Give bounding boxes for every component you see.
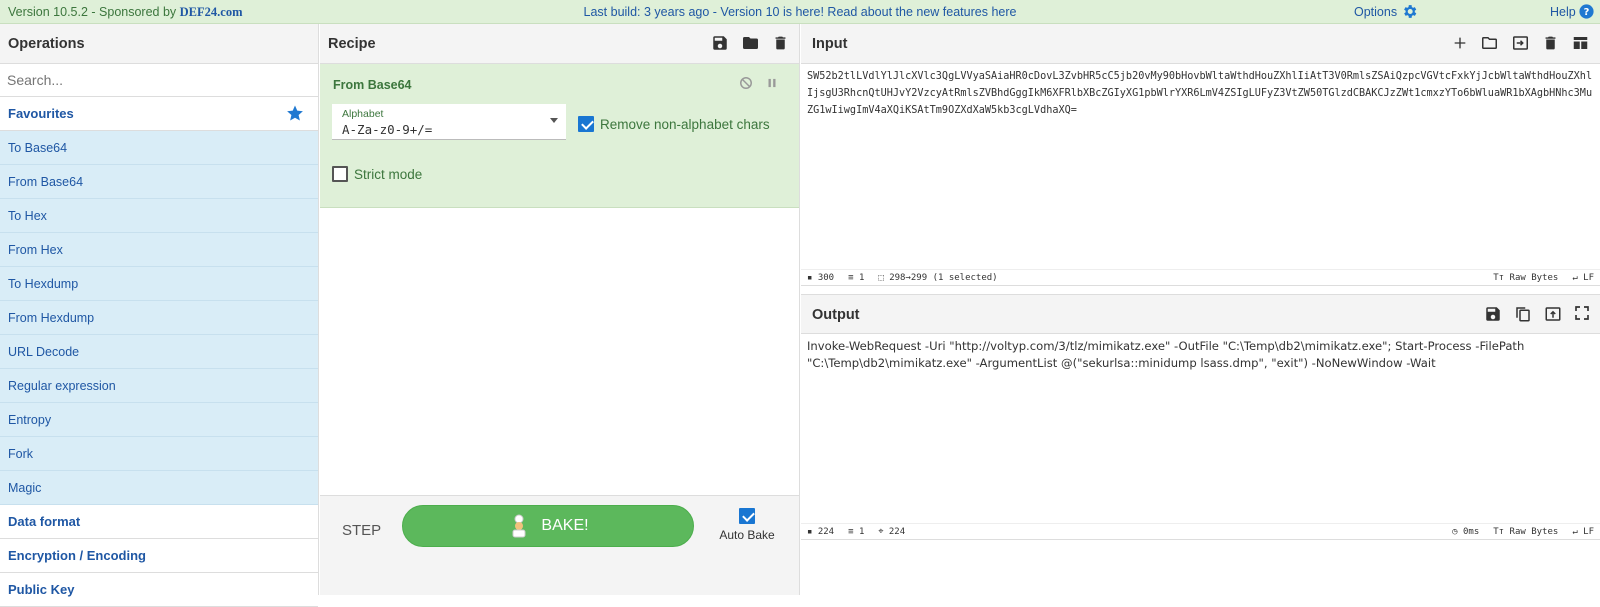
recipe-op-name: From Base64 (333, 78, 412, 92)
op-from-hexdump[interactable]: From Hexdump (0, 301, 318, 335)
output-position: ⌖ 224 (878, 527, 905, 537)
gear-icon (1401, 3, 1418, 20)
maximize-icon[interactable] (1574, 305, 1590, 321)
step-button[interactable]: STEP (342, 522, 381, 539)
folder-icon[interactable] (1480, 34, 1499, 52)
auto-bake-checkbox[interactable]: Auto Bake (717, 508, 777, 542)
io-panel: Input SW52b2tlLVdlYlJlcXVlc3QgLVVyaSAiaH… (801, 24, 1600, 595)
category-encryption-encoding[interactable]: Encryption / Encoding (0, 539, 318, 573)
tiles-icon[interactable] (1571, 34, 1590, 52)
category-public-key[interactable]: Public Key (0, 573, 318, 607)
pause-icon[interactable] (765, 76, 779, 90)
options-button[interactable]: Options (1354, 3, 1418, 20)
output-title-bar: Output (801, 294, 1600, 334)
operations-search-input[interactable] (7, 72, 311, 88)
version-info: Version 10.5.2 - Sponsored by DEF24.com (8, 5, 242, 20)
checkbox-checked-icon (739, 508, 755, 524)
copy-icon[interactable] (1514, 305, 1532, 323)
input-char-count: ▪ 300 (807, 273, 834, 283)
input-eol[interactable]: ↵ LF (1572, 273, 1594, 283)
op-url-decode[interactable]: URL Decode (0, 335, 318, 369)
input-selection: ⬚ 298→299 (1 selected) (878, 273, 997, 283)
recipe-title-bar: Recipe (320, 24, 799, 64)
chevron-down-icon (550, 118, 558, 123)
output-bake-time: ◷ 0ms (1452, 527, 1479, 537)
save-icon[interactable] (1484, 305, 1502, 323)
checkbox-checked-icon (578, 116, 594, 132)
help-button[interactable]: Help ? (1550, 3, 1595, 20)
sponsor-link[interactable]: DEF24.com (180, 5, 243, 19)
search-box (0, 64, 318, 97)
op-to-hex[interactable]: To Hex (0, 199, 318, 233)
features-link[interactable]: here (991, 5, 1016, 19)
remove-non-alphabet-checkbox[interactable]: Remove non-alphabet chars (578, 116, 770, 132)
replace-input-icon[interactable] (1544, 305, 1562, 323)
top-banner: Version 10.5.2 - Sponsored by DEF24.com … (0, 0, 1600, 24)
input-raw-bytes[interactable]: Tт Raw Bytes (1493, 273, 1558, 283)
checkbox-unchecked-icon (332, 166, 348, 182)
recipe-op-from-base64[interactable]: From Base64 Alphabet A-Za-z0-9+/= Remove… (320, 64, 799, 208)
output-textarea[interactable]: Invoke-WebRequest -Uri "http://voltyp.co… (801, 334, 1600, 376)
input-textarea[interactable]: SW52b2tlLVdlYlJlcXVlc3QgLVVyaSAiaHR0cDov… (801, 64, 1600, 123)
trash-icon[interactable] (1542, 34, 1559, 52)
chef-icon (507, 514, 531, 538)
alphabet-select[interactable]: Alphabet A-Za-z0-9+/= (332, 104, 566, 140)
input-status-bar: ▪ 300 ≡ 1 ⬚ 298→299 (1 selected) Tт Raw … (801, 269, 1600, 286)
bake-bar: STEP BAKE! Auto Bake (320, 495, 799, 595)
op-fork[interactable]: Fork (0, 437, 318, 471)
op-from-hex[interactable]: From Hex (0, 233, 318, 267)
save-icon[interactable] (711, 34, 729, 52)
help-icon: ? (1578, 3, 1595, 20)
input-file-icon[interactable] (1511, 34, 1530, 52)
input-title-bar: Input (801, 24, 1600, 64)
svg-text:?: ? (1583, 7, 1589, 18)
category-data-format[interactable]: Data format (0, 505, 318, 539)
input-line-count: ≡ 1 (848, 273, 864, 283)
op-entropy[interactable]: Entropy (0, 403, 318, 437)
disable-icon[interactable] (739, 76, 753, 90)
star-icon (286, 104, 304, 122)
recipe-panel: Recipe From Base64 Alphabet A-Za-z0-9+/=… (320, 24, 800, 595)
plus-icon[interactable] (1452, 34, 1468, 52)
folder-icon[interactable] (741, 34, 760, 52)
output-line-count: ≡ 1 (848, 527, 864, 537)
output-raw-bytes[interactable]: Tт Raw Bytes (1493, 527, 1558, 537)
op-magic[interactable]: Magic (0, 471, 318, 505)
op-to-hexdump[interactable]: To Hexdump (0, 267, 318, 301)
operations-panel: Operations Favourites To Base64 From Bas… (0, 24, 319, 595)
trash-icon[interactable] (772, 34, 789, 52)
output-char-count: ▪ 224 (807, 527, 834, 537)
op-regular-expression[interactable]: Regular expression (0, 369, 318, 403)
strict-mode-checkbox[interactable]: Strict mode (332, 166, 422, 182)
bake-button[interactable]: BAKE! (402, 505, 694, 547)
operations-title: Operations (0, 24, 318, 64)
output-status-bar: ▪ 224 ≡ 1 ⌖ 224 ◷ 0ms Tт Raw Bytes ↵ LF (801, 523, 1600, 540)
category-favourites[interactable]: Favourites (0, 97, 318, 131)
op-from-base64[interactable]: From Base64 (0, 165, 318, 199)
op-to-base64[interactable]: To Base64 (0, 131, 318, 165)
output-eol[interactable]: ↵ LF (1572, 527, 1594, 537)
